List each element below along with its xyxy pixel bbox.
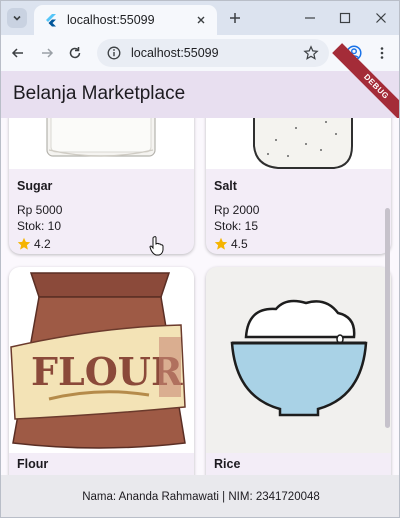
rating-value: 4.2 bbox=[34, 237, 51, 251]
maximize-button[interactable] bbox=[336, 9, 354, 27]
product-image-sugar bbox=[9, 118, 194, 169]
star-icon bbox=[214, 237, 228, 250]
forward-button[interactable] bbox=[37, 43, 57, 63]
address-bar[interactable]: localhost:55099 bbox=[97, 39, 329, 67]
close-window-button[interactable] bbox=[372, 9, 390, 27]
product-stock: Stok: 15 bbox=[214, 219, 259, 233]
rice-bowl-icon bbox=[230, 299, 368, 417]
scrollbar[interactable] bbox=[385, 208, 390, 428]
close-icon bbox=[197, 16, 205, 24]
tab-title: localhost:55099 bbox=[67, 13, 155, 27]
product-price: Rp 5000 bbox=[17, 203, 63, 217]
product-name: Rice bbox=[214, 457, 241, 471]
product-rating: 4.2 bbox=[17, 237, 51, 251]
product-card-salt[interactable]: Salt Rp 2000 Stok: 15 4.5 bbox=[206, 118, 391, 254]
browser-tab[interactable]: localhost:55099 bbox=[34, 5, 217, 35]
product-card-flour[interactable]: FLOUR Flour bbox=[9, 267, 194, 475]
product-price: Rp 2000 bbox=[214, 203, 260, 217]
product-image-rice bbox=[206, 267, 391, 453]
product-card-rice[interactable]: Rice bbox=[206, 267, 391, 475]
star-icon bbox=[17, 237, 31, 250]
minimize-icon bbox=[305, 17, 315, 19]
browser-menu-button[interactable] bbox=[372, 43, 392, 63]
new-tab-button[interactable] bbox=[225, 8, 245, 28]
maximize-icon bbox=[339, 12, 351, 24]
page-title: Belanja Marketplace bbox=[13, 83, 186, 104]
reload-icon bbox=[69, 47, 81, 59]
product-name: Flour bbox=[17, 457, 49, 471]
tab-strip: localhost:55099 bbox=[1, 1, 399, 35]
product-image-flour: FLOUR bbox=[9, 267, 194, 453]
info-icon[interactable] bbox=[107, 46, 121, 60]
product-image-salt bbox=[206, 118, 391, 169]
product-stock: Stok: 10 bbox=[17, 219, 62, 233]
back-button[interactable] bbox=[8, 43, 28, 63]
chevron-down-icon bbox=[13, 15, 21, 21]
url-text[interactable]: localhost:55099 bbox=[131, 46, 303, 60]
footer: Nama: Ananda Rahmawati | NIM: 2341720048 bbox=[1, 475, 399, 517]
tab-close-button[interactable] bbox=[193, 12, 209, 28]
rating-value: 4.5 bbox=[231, 237, 248, 251]
arrow-left-icon bbox=[11, 48, 23, 58]
more-vertical-icon bbox=[380, 47, 384, 59]
footer-text: Nama: Ananda Rahmawati | NIM: 2341720048 bbox=[82, 491, 320, 503]
sugar-jar-icon bbox=[46, 118, 156, 157]
close-icon bbox=[376, 13, 386, 23]
flour-bag-icon: FLOUR bbox=[10, 272, 186, 449]
product-name: Sugar bbox=[17, 179, 53, 193]
plus-icon bbox=[230, 13, 240, 23]
bookmark-star-icon[interactable] bbox=[303, 45, 319, 61]
arrow-right-icon bbox=[42, 48, 54, 58]
hand-pointer-icon bbox=[149, 236, 164, 256]
app-bar: Belanja Marketplace DEBUG bbox=[1, 43, 399, 131]
product-grid: Sugar Rp 5000 Stok: 10 4.2 Salt Rp 2000 bbox=[1, 118, 399, 475]
browser-window: localhost:55099 localhost:55099 Belanja … bbox=[0, 0, 400, 518]
tab-search-button[interactable] bbox=[7, 8, 27, 28]
product-name: Salt bbox=[214, 179, 237, 193]
minimize-button[interactable] bbox=[301, 9, 319, 27]
flutter-icon bbox=[46, 14, 56, 27]
reload-button[interactable] bbox=[65, 43, 85, 63]
salt-bag-icon bbox=[253, 118, 353, 169]
product-card-sugar[interactable]: Sugar Rp 5000 Stok: 10 4.2 bbox=[9, 118, 194, 254]
product-rating: 4.5 bbox=[214, 237, 248, 251]
